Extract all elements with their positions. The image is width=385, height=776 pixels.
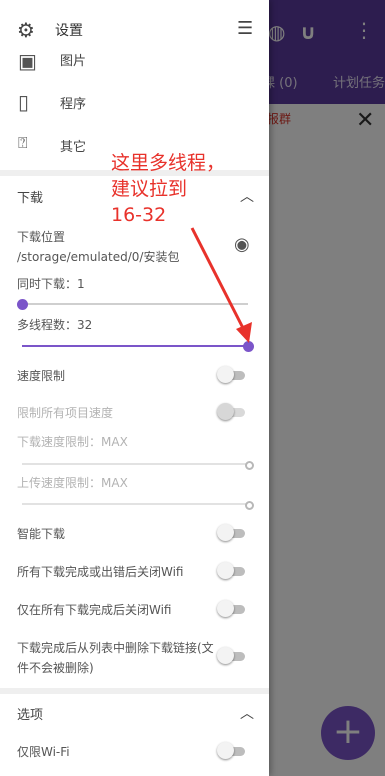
download-location-label[interactable]: 下载位置 <box>17 228 65 245</box>
download-location-path[interactable]: /storage/emulated/0/安装包 <box>17 248 179 265</box>
toggle-knob <box>217 742 234 759</box>
limit-all-toggle[interactable] <box>217 403 247 420</box>
wifi-off-all-label: 所有下载完成或出错后关闭Wifi <box>17 565 184 579</box>
toggle-knob <box>217 366 234 383</box>
dl-limit-label: 下载速度限制：MAX <box>17 435 128 449</box>
drawer-header: ⚙ 设置 ☰ <box>0 10 269 46</box>
slider-fill <box>22 345 248 347</box>
chevron-up-icon[interactable]: ︿ <box>240 703 254 723</box>
threads-label: 多线程数：32 <box>17 318 93 332</box>
wifi-off-success-label: 仅在所有下载完成后关闭Wifi <box>17 603 172 617</box>
toggle-knob <box>217 403 234 420</box>
smart-download-label: 智能下载 <box>17 527 66 541</box>
slider-thumb[interactable] <box>245 461 254 470</box>
limit-all-label: 限制所有项目速度 <box>17 406 114 420</box>
remove-link-label: 下载完成后从列表中删除下载链接(文件不会被删除) <box>17 641 214 675</box>
annotation-text: 这里多线程， 建议拉到 16-32 <box>111 152 226 226</box>
wifi-off-all-toggle[interactable] <box>217 562 247 579</box>
ul-limit-label: 上传速度限制：MAX <box>17 476 128 490</box>
wifi-only-label: 仅限Wi-Fi <box>17 745 70 759</box>
toggle-knob <box>217 600 234 617</box>
concurrent-downloads-slider[interactable] <box>17 299 248 310</box>
unknown-file-icon: ⍰ <box>18 133 28 152</box>
toggle-knob <box>217 524 234 541</box>
image-icon: ▣ <box>18 49 37 73</box>
wifi-only-toggle[interactable] <box>217 742 247 759</box>
menu-label: 其它 <box>60 140 87 155</box>
drawer-title: 设置 <box>55 23 83 39</box>
dl-limit-slider[interactable] <box>22 461 254 470</box>
toggle-knob <box>217 562 234 579</box>
gear-icon: ⚙ <box>17 18 35 42</box>
eye-icon[interactable]: ◉ <box>234 234 250 255</box>
menu-label: 图片 <box>60 54 87 69</box>
section-download-title: 下载 <box>17 191 44 206</box>
slider-thumb[interactable] <box>245 501 254 510</box>
section-options-title: 选项 <box>17 708 44 723</box>
phone-icon: ▯ <box>18 90 30 114</box>
speed-limit-toggle[interactable] <box>217 366 247 383</box>
smart-download-toggle[interactable] <box>217 524 247 541</box>
settings-drawer: ⚙ 设置 ☰ ▣ 图片 ▯ 程序 ⍰ 其它 下载 ︿ 下载位置 /storage… <box>0 0 269 776</box>
filter-settings-icon[interactable]: ☰ <box>237 18 253 39</box>
menu-item-images[interactable]: ▣ 图片 <box>0 45 269 85</box>
menu-item-apps[interactable]: ▯ 程序 <box>0 88 269 128</box>
ul-limit-slider[interactable] <box>22 501 254 510</box>
slider-thumb[interactable] <box>17 299 28 310</box>
remove-link-toggle[interactable] <box>217 647 247 664</box>
chevron-up-icon[interactable]: ︿ <box>240 186 254 206</box>
toggle-knob <box>217 647 234 664</box>
speed-limit-label: 速度限制 <box>17 369 66 383</box>
slider-thumb[interactable] <box>243 341 254 352</box>
divider <box>0 688 269 694</box>
threads-slider[interactable] <box>22 341 254 352</box>
concurrent-downloads-label: 同时下载：1 <box>17 277 85 291</box>
menu-label: 程序 <box>60 97 87 112</box>
wifi-off-success-toggle[interactable] <box>217 600 247 617</box>
